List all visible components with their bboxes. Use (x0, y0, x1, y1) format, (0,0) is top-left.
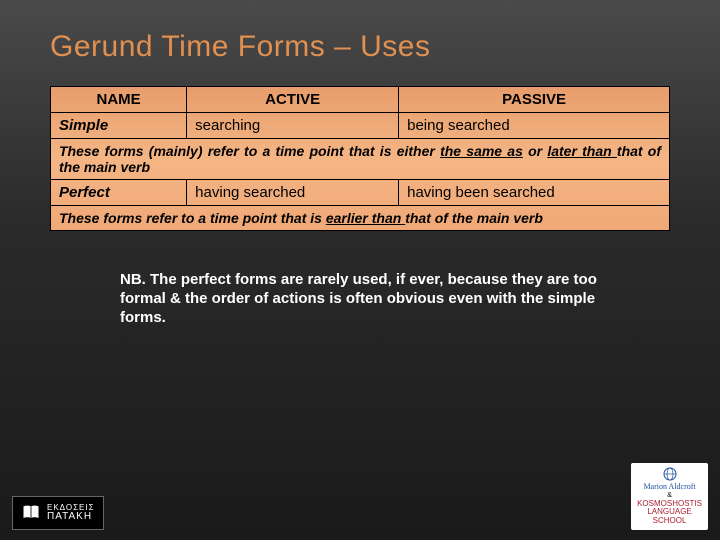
note-perfect: These forms refer to a time point that i… (51, 206, 670, 231)
cell-perfect-passive: having been searched (399, 180, 670, 206)
note1-u1: the same as (440, 143, 523, 159)
header-row: NAME ACTIVE PASSIVE (51, 87, 670, 113)
note1-mid: or (523, 143, 547, 159)
logo-bar: ΕΚΔΟΣΕΙΣ ΠΑΤΑΚΗ Marion Aldcroft & KOSMOS… (12, 463, 708, 530)
cell-perfect-active: having searched (187, 180, 399, 206)
cell-simple-name: Simple (51, 113, 187, 139)
note-simple: These forms (mainly) refer to a time poi… (51, 139, 670, 180)
publisher-logo: ΕΚΔΟΣΕΙΣ ΠΑΤΑΚΗ (12, 496, 104, 530)
gerund-table: NAME ACTIVE PASSIVE Simple searching bei… (50, 86, 670, 231)
note-perfect-text: These forms refer to a time point that i… (51, 206, 670, 231)
note-simple-text: These forms (mainly) refer to a time poi… (51, 139, 670, 180)
row-perfect: Perfect having searched having been sear… (51, 180, 670, 206)
cell-simple-active: searching (187, 113, 399, 139)
note2-post: that of the main verb (405, 210, 543, 226)
cell-perfect-name: Perfect (51, 180, 187, 206)
col-active: ACTIVE (187, 87, 399, 113)
note2-u1: earlier than (326, 210, 405, 226)
note1-pre: These forms (mainly) refer to a time poi… (59, 143, 440, 159)
school-logo: Marion Aldcroft & KOSMOSHOSTIS LANGUAGE … (631, 463, 708, 530)
note2-pre: These forms refer to a time point that i… (59, 210, 326, 226)
school-school: SCHOOL (637, 517, 702, 526)
page-title: Gerund Time Forms – Uses (50, 30, 670, 64)
nb-note: NB. The perfect forms are rarely used, i… (120, 271, 600, 327)
row-simple: Simple searching being searched (51, 113, 670, 139)
globe-icon (650, 467, 690, 481)
book-icon (21, 503, 41, 523)
publisher-big: ΠΑΤΑΚΗ (47, 512, 95, 522)
note1-u2: later than (547, 143, 617, 159)
school-top: Marion Aldcroft (637, 483, 702, 492)
col-passive: PASSIVE (399, 87, 670, 113)
col-name: NAME (51, 87, 187, 113)
cell-simple-passive: being searched (399, 113, 670, 139)
slide: Gerund Time Forms – Uses NAME ACTIVE PAS… (0, 0, 720, 540)
